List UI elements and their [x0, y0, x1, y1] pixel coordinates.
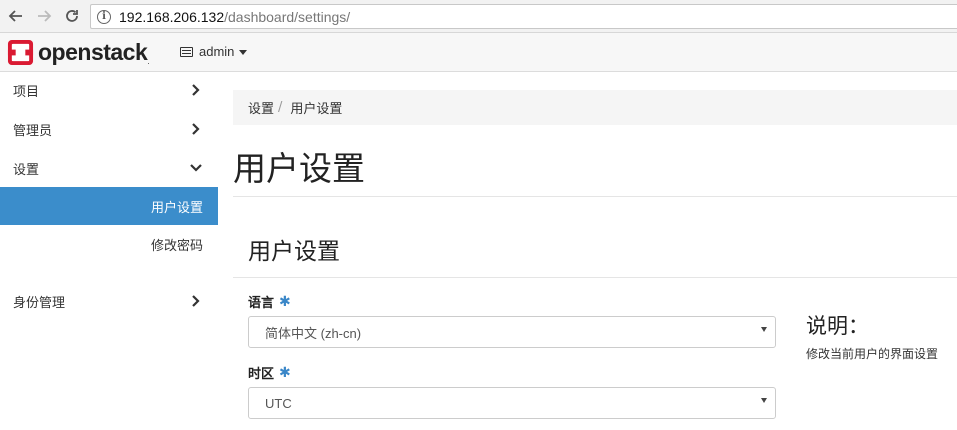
- main-content: 设置 / 用户设置 用户设置 用户设置 语言 ✱ 简体中文 (zh-cn) 时区…: [233, 72, 957, 430]
- language-label: 语言 ✱: [248, 293, 291, 312]
- caret-down-icon: [239, 50, 248, 55]
- chevron-right-icon: [192, 123, 200, 135]
- timezone-label: 时区 ✱: [248, 364, 291, 383]
- chevron-right-icon: [192, 84, 200, 96]
- forward-button[interactable]: [34, 6, 54, 26]
- project-dropdown[interactable]: admin: [180, 44, 248, 59]
- openstack-logo-icon: [7, 39, 34, 66]
- back-button[interactable]: [6, 6, 26, 26]
- address-bar[interactable]: i 192.168.206.132 /dashboard/settings/: [90, 4, 957, 29]
- url-path: /dashboard/settings/: [224, 8, 351, 25]
- sidebar-item-settings[interactable]: 设置: [0, 150, 218, 186]
- sidebar-item-label: 身份管理: [13, 295, 66, 311]
- arrow-left-icon: [8, 10, 22, 22]
- sidebar: 项目 管理员 设置 用户设置 修改密码 身份管理: [0, 72, 218, 430]
- chevron-down-icon: [190, 164, 202, 172]
- breadcrumb-parent[interactable]: 设置: [248, 98, 274, 117]
- reload-button[interactable]: [62, 6, 82, 26]
- select-arrow-icon: [761, 327, 767, 332]
- breadcrumb: 设置 / 用户设置: [233, 90, 957, 125]
- breadcrumb-separator: /: [278, 100, 283, 115]
- project-name: admin: [199, 44, 235, 59]
- info-icon[interactable]: i: [97, 9, 111, 24]
- sidebar-item-label: 设置: [13, 162, 40, 178]
- sidebar-subitem-user-settings[interactable]: 用户设置: [0, 187, 218, 225]
- logo-text: openstack.: [38, 39, 149, 66]
- section-title: 用户设置: [248, 239, 340, 265]
- url-host: 192.168.206.132: [119, 8, 225, 25]
- divider: [233, 277, 957, 278]
- language-select[interactable]: 简体中文 (zh-cn): [248, 316, 776, 348]
- required-icon: ✱: [279, 364, 291, 381]
- breadcrumb-current: 用户设置: [290, 102, 343, 117]
- sidebar-item-label: 项目: [13, 84, 40, 100]
- language-select-value: 简体中文 (zh-cn): [265, 325, 362, 341]
- arrow-right-icon: [38, 10, 52, 22]
- sidebar-item-project[interactable]: 项目: [0, 72, 218, 108]
- timezone-select-value: UTC: [265, 395, 292, 411]
- help-text: 修改当前用户的界面设置: [806, 347, 939, 361]
- browser-toolbar: i 192.168.206.132 /dashboard/settings/: [0, 0, 957, 33]
- top-navbar: openstack. admin: [0, 33, 957, 72]
- help-title: 说明：: [806, 314, 869, 338]
- page-title: 用户设置: [233, 149, 365, 188]
- sidebar-item-admin[interactable]: 管理员: [0, 111, 218, 147]
- project-icon: [180, 46, 193, 57]
- sidebar-item-label: 管理员: [13, 123, 53, 139]
- chevron-right-icon: [192, 295, 200, 307]
- select-arrow-icon: [761, 398, 767, 403]
- reload-icon: [66, 10, 78, 22]
- divider: [233, 196, 957, 197]
- sidebar-item-identity[interactable]: 身份管理: [0, 283, 218, 319]
- openstack-logo[interactable]: openstack.: [7, 39, 149, 66]
- sidebar-subitem-change-password[interactable]: 修改密码: [0, 225, 218, 263]
- timezone-select[interactable]: UTC: [248, 387, 776, 419]
- required-icon: ✱: [279, 293, 291, 310]
